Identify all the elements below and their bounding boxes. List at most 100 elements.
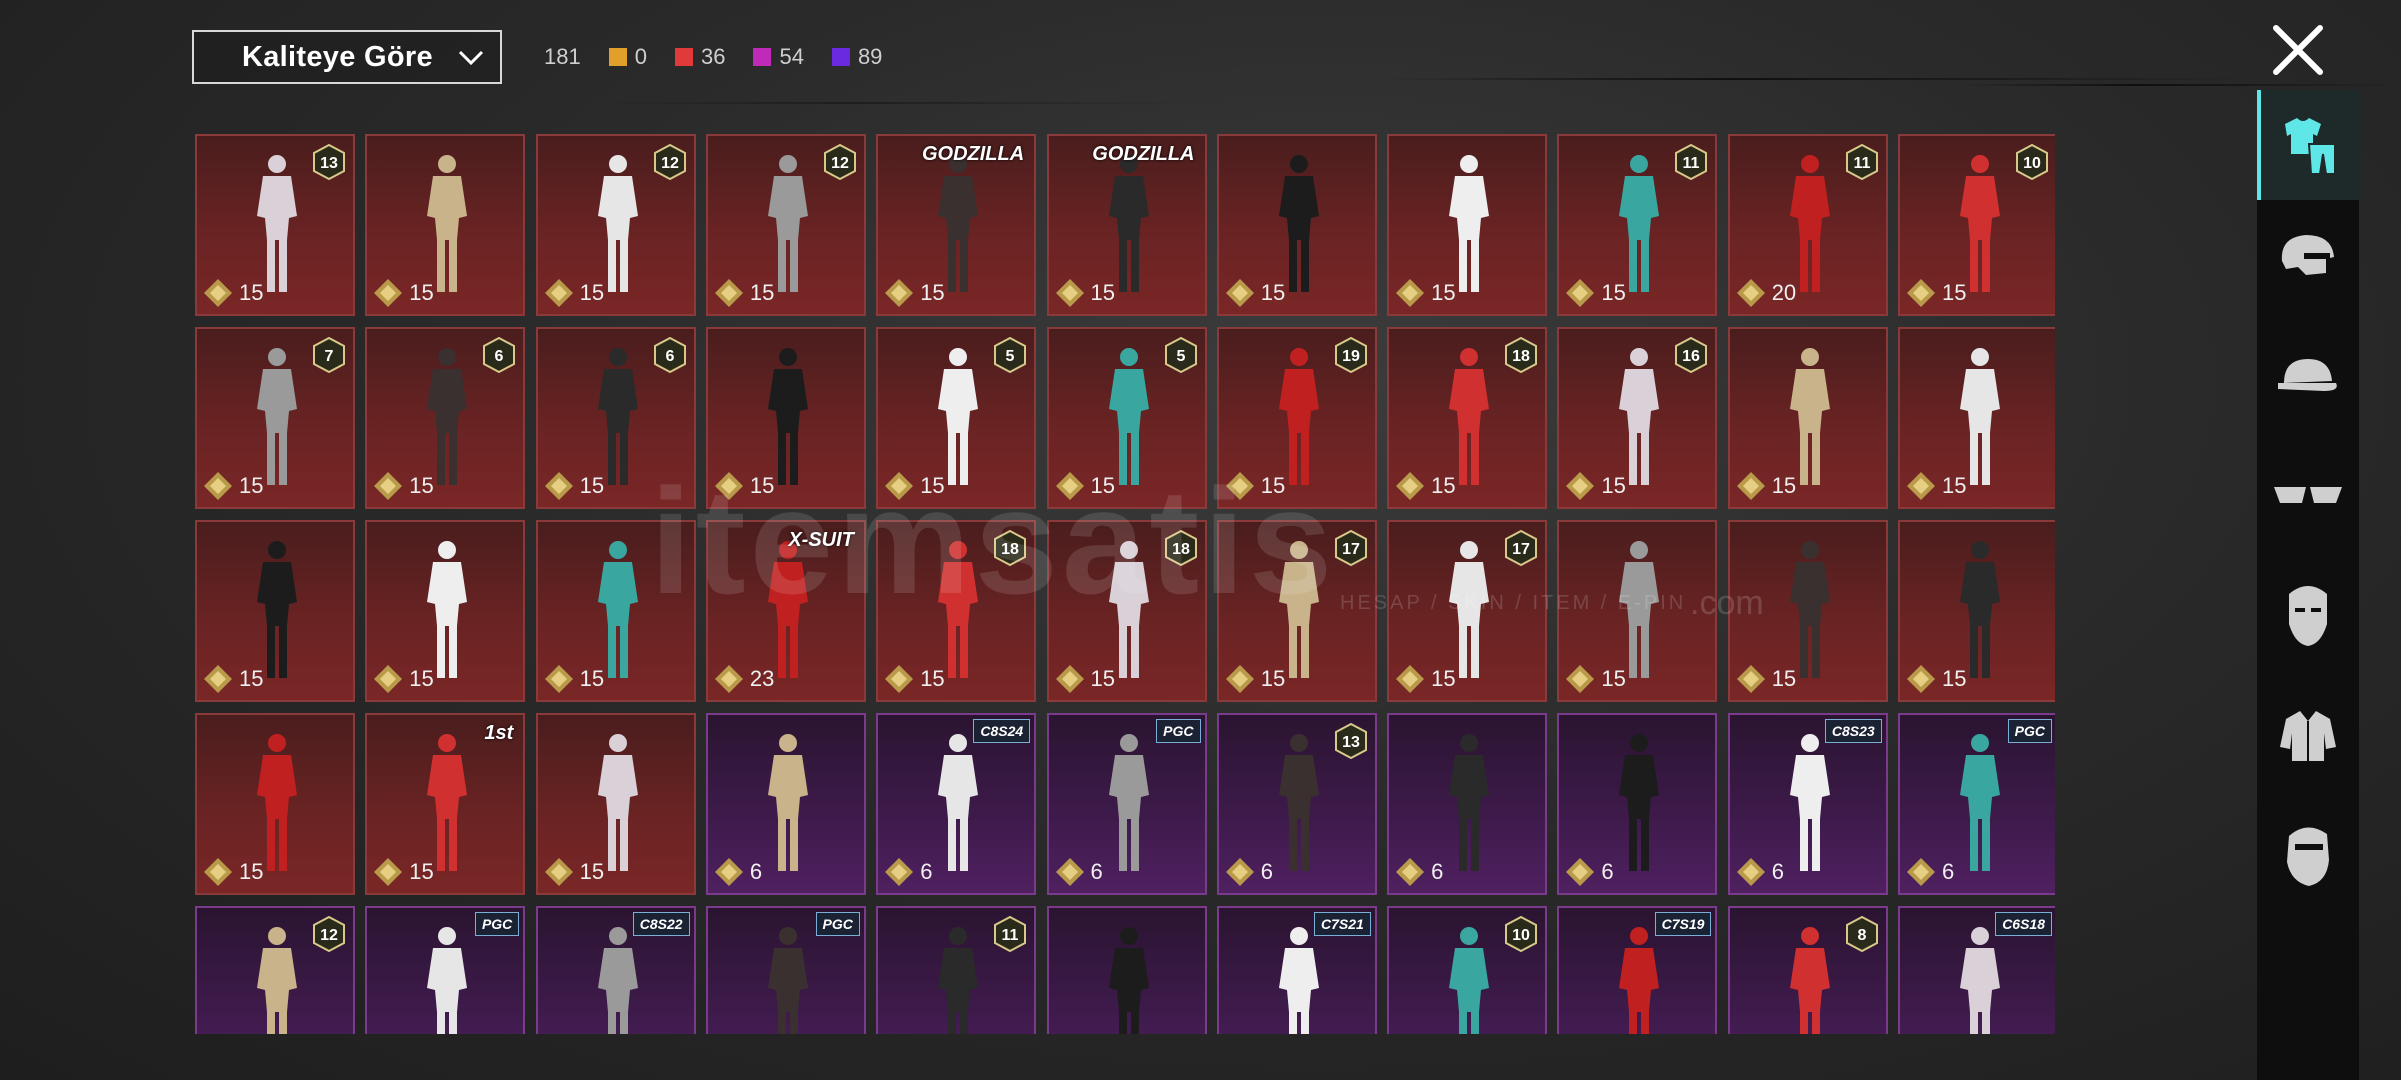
outfit-card[interactable]: 17 15 — [1387, 520, 1548, 702]
outfit-card[interactable]: 15 — [195, 713, 355, 895]
outfit-card[interactable]: 11 15 — [1557, 134, 1718, 316]
item-tag: X-SUIT — [788, 529, 854, 551]
level-badge-value: 6 — [495, 348, 504, 365]
item-count: 20 — [1736, 278, 1796, 308]
level-badge-value: 17 — [1512, 541, 1530, 558]
outfit-card[interactable]: 15 — [1898, 520, 2055, 702]
outfit-icon — [2285, 118, 2336, 175]
outfit-card[interactable] — [1046, 906, 1207, 1034]
outfit-card[interactable]: 15 — [535, 713, 696, 895]
coin-icon — [374, 665, 403, 693]
outfit-card[interactable]: 6 — [705, 713, 866, 895]
item-count: 15 — [1736, 664, 1796, 694]
outfit-card[interactable]: 5 15 — [876, 327, 1037, 509]
level-badge-value: 12 — [831, 155, 849, 172]
outfit-card[interactable]: PGC — [365, 906, 526, 1034]
mask-icon — [2289, 586, 2327, 646]
outfit-card[interactable]: C6S18 — [1898, 906, 2055, 1034]
item-count-value: 15 — [1431, 473, 1456, 498]
outfit-card[interactable]: 6 15 — [365, 327, 526, 509]
outfit-card[interactable]: PGC 6 — [1046, 713, 1207, 895]
outfit-card[interactable]: 6 — [1387, 713, 1548, 895]
item-tag: C8S23 — [1824, 719, 1882, 743]
outfit-card[interactable]: 13 15 — [195, 134, 355, 316]
item-count-value: 15 — [749, 473, 775, 498]
outfit-card[interactable]: PGC — [705, 906, 866, 1034]
coin-icon — [1566, 472, 1595, 500]
outfit-card[interactable]: 12 — [195, 906, 355, 1034]
rail-mask[interactable] — [2257, 560, 2359, 670]
coin-icon — [1396, 858, 1425, 886]
outfit-card[interactable]: 11 — [876, 906, 1037, 1034]
outfit-card[interactable]: 15 — [705, 327, 866, 509]
rail-helmet[interactable] — [2257, 200, 2359, 310]
outfit-card[interactable]: 10 15 — [1898, 134, 2055, 316]
outfit-card[interactable]: 7 15 — [195, 327, 355, 509]
outfit-card[interactable]: C7S19 — [1557, 906, 1718, 1034]
item-count-value: 15 — [409, 280, 434, 305]
outfit-card[interactable]: 18 15 — [1387, 327, 1548, 509]
item-count: 15 — [884, 471, 945, 501]
outfit-card[interactable]: 1st 15 — [365, 713, 526, 895]
outfit-figure-icon — [938, 734, 979, 871]
rail-face[interactable] — [2257, 800, 2359, 910]
coin-icon — [204, 858, 232, 886]
item-count: 15 — [884, 278, 945, 308]
outfit-card[interactable]: PGC 6 — [1898, 713, 2055, 895]
level-badge-icon: 6 — [653, 337, 686, 373]
outfit-card[interactable]: 5 15 — [1046, 327, 1207, 509]
outfit-card[interactable]: 6 15 — [535, 327, 696, 509]
outfit-card[interactable]: GODZILLA 15 — [1046, 134, 1207, 316]
outfit-card[interactable]: 15 — [1216, 134, 1377, 316]
outfit-card[interactable]: 10 — [1387, 906, 1548, 1034]
outfit-card[interactable]: 19 15 — [1216, 327, 1377, 509]
level-badge-value: 10 — [1512, 927, 1530, 944]
outfit-card[interactable]: C8S22 — [535, 906, 696, 1034]
jacket-icon — [2280, 711, 2336, 761]
item-tag: 1st — [484, 722, 514, 744]
close-icon[interactable] — [2268, 20, 2328, 80]
outfit-card[interactable]: 6 — [1557, 713, 1718, 895]
outfit-card[interactable]: C8S23 6 — [1727, 713, 1888, 895]
stat-purple: 89 — [831, 44, 882, 70]
outfit-card[interactable]: GODZILLA 15 — [876, 134, 1037, 316]
coin-icon — [1055, 665, 1084, 693]
rail-cap[interactable] — [2257, 320, 2359, 430]
bg-scratch — [1960, 84, 2400, 86]
outfit-card[interactable]: C8S24 6 — [876, 713, 1037, 895]
outfit-card[interactable]: 13 6 — [1216, 713, 1377, 895]
item-count: 6 — [1736, 857, 1784, 887]
coin-icon — [204, 279, 232, 307]
outfit-card[interactable]: C7S21 — [1216, 906, 1377, 1034]
rail-glasses[interactable] — [2257, 440, 2359, 550]
level-badge-icon: 11 — [1845, 144, 1878, 180]
outfit-card[interactable]: 15 — [1898, 327, 2055, 509]
outfit-card[interactable]: 12 15 — [705, 134, 866, 316]
outfit-card[interactable]: 15 — [1727, 520, 1888, 702]
coin-icon — [374, 858, 403, 886]
outfit-card[interactable]: 15 — [1387, 134, 1548, 316]
outfit-card[interactable]: 8 — [1727, 906, 1888, 1034]
rail-outfit[interactable] — [2257, 90, 2359, 200]
outfit-card[interactable]: 18 15 — [1046, 520, 1207, 702]
outfit-card[interactable]: 15 — [365, 134, 526, 316]
outfit-card[interactable]: 15 — [1557, 520, 1718, 702]
outfit-card[interactable]: 12 15 — [535, 134, 696, 316]
outfit-card[interactable]: X-SUIT 23 — [705, 520, 866, 702]
outfit-card[interactable]: 16 15 — [1557, 327, 1718, 509]
outfit-card[interactable]: 15 — [365, 520, 526, 702]
item-tag: C8S24 — [973, 719, 1031, 743]
outfit-card[interactable]: 17 15 — [1216, 520, 1377, 702]
item-count-value: 15 — [1090, 473, 1115, 498]
outfit-card[interactable]: 11 20 — [1727, 134, 1888, 316]
outfit-card[interactable]: 15 — [195, 520, 355, 702]
outfit-card[interactable]: 15 — [535, 520, 696, 702]
rail-jacket[interactable] — [2257, 680, 2359, 790]
outfit-card[interactable]: 15 — [1727, 327, 1888, 509]
coin-icon — [1225, 665, 1254, 693]
helmet-icon — [2281, 235, 2334, 275]
coin-icon — [1055, 858, 1084, 886]
sort-dropdown[interactable]: Kaliteye Göre — [192, 30, 502, 84]
outfit-card[interactable]: 18 15 — [876, 520, 1037, 702]
level-badge-icon: 5 — [1164, 337, 1197, 373]
